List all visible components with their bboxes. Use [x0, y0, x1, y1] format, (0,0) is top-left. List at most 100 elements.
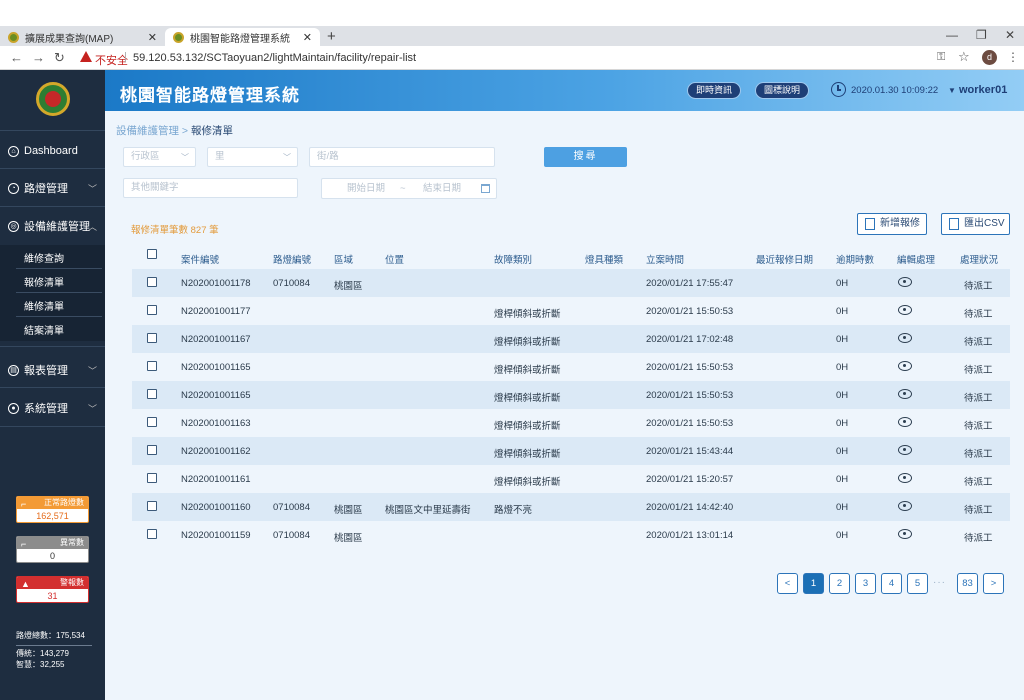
- browser-tab-map[interactable]: 擴展成果查詢(MAP) ✕: [0, 28, 165, 46]
- col-overdue-hours[interactable]: 逾期時數: [836, 252, 874, 266]
- restore-icon[interactable]: ❐: [976, 28, 987, 42]
- search-button[interactable]: 搜尋: [544, 147, 627, 167]
- add-report-button[interactable]: 新增報修: [857, 213, 927, 235]
- close-tab-icon[interactable]: ✕: [148, 31, 157, 44]
- submenu-item-repair-query[interactable]: 維修查詢: [0, 245, 105, 269]
- table-row[interactable]: N202001001161 燈桿傾斜或折斷 2020/01/21 15:20:57 0…: [132, 465, 1010, 493]
- prev-page-button[interactable]: <: [777, 573, 798, 594]
- next-page-button[interactable]: >: [983, 573, 1004, 594]
- table-row[interactable]: N202001001163 燈桿傾斜或折斷 2020/01/21 15:50:53 0…: [132, 409, 1010, 437]
- row-checkbox[interactable]: [147, 501, 157, 511]
- row-checkbox[interactable]: [147, 417, 157, 427]
- clock-icon: [831, 82, 846, 97]
- sidebar-item-system[interactable]: ● 系統管理 ﹀: [0, 394, 105, 422]
- view-eye-icon[interactable]: [898, 333, 912, 343]
- bookmark-star-icon[interactable]: ☆: [958, 49, 970, 65]
- more-menu-icon[interactable]: ⋮: [1007, 50, 1019, 64]
- page-button[interactable]: 1: [803, 573, 824, 594]
- table-row[interactable]: N202001001165 燈桿傾斜或折斷 2020/01/21 15:50:53 0…: [132, 353, 1010, 381]
- col-location[interactable]: 位置: [385, 252, 404, 266]
- sidebar-item-dashboard[interactable]: ⌂ Dashboard: [0, 137, 105, 165]
- sidebar-item-label: 設備維護管理: [24, 221, 90, 233]
- table-row[interactable]: N202001001160 0710084 桃園區 桃園區文中里延壽街 路燈不亮 2020…: [132, 493, 1010, 521]
- minimize-icon[interactable]: —: [946, 28, 958, 42]
- export-csv-button[interactable]: 匯出CSV: [941, 213, 1010, 235]
- caret-down-icon[interactable]: ▼: [948, 86, 956, 95]
- browser-tab-system[interactable]: 桃園智能路燈管理系統 ✕: [165, 28, 320, 46]
- forward-icon[interactable]: →: [32, 50, 45, 65]
- view-eye-icon[interactable]: [898, 417, 912, 427]
- col-case-no[interactable]: 案件編號: [181, 252, 219, 266]
- reload-icon[interactable]: ↻: [54, 50, 65, 66]
- view-eye-icon[interactable]: [898, 501, 912, 511]
- row-checkbox[interactable]: [147, 305, 157, 315]
- cell-filed-time: 2020/01/21 15:20:57: [646, 474, 734, 485]
- cell-overdue-hours: 0H: [836, 334, 849, 345]
- select-all-checkbox[interactable]: [147, 249, 157, 259]
- sidebar-item-reports[interactable]: ▤ 報表管理 ﹀: [0, 356, 105, 384]
- new-tab-icon[interactable]: +: [327, 28, 336, 45]
- stat-label: 警報數: [60, 578, 84, 587]
- col-last-repair-date[interactable]: 最近報修日期: [756, 252, 813, 266]
- back-icon[interactable]: ←: [10, 50, 23, 65]
- row-checkbox[interactable]: [147, 389, 157, 399]
- row-checkbox[interactable]: [147, 277, 157, 287]
- page-button[interactable]: 3: [855, 573, 876, 594]
- view-eye-icon[interactable]: [898, 389, 912, 399]
- view-eye-icon[interactable]: [898, 529, 912, 539]
- sidebar-item-maintenance[interactable]: ◎ 設備維護管理 ︿: [0, 212, 105, 240]
- page-button[interactable]: 2: [829, 573, 850, 594]
- village-select[interactable]: 里 ﹀: [207, 147, 298, 167]
- col-status[interactable]: 處理狀況: [960, 252, 998, 266]
- start-date[interactable]: 開始日期: [347, 179, 385, 198]
- col-lamp-no[interactable]: 路燈編號: [273, 252, 311, 266]
- table-row[interactable]: N202001001178 0710084 桃園區 2020/01/21 17:55:…: [132, 269, 1010, 297]
- breadcrumb-parent[interactable]: 設備維護管理: [116, 125, 179, 137]
- submenu-item-repair-list[interactable]: 維修清單: [0, 293, 105, 317]
- legend-button[interactable]: 圖標說明: [755, 82, 810, 99]
- submenu-item-closed-list[interactable]: 結案清單: [0, 317, 105, 341]
- col-area[interactable]: 區域: [334, 252, 353, 266]
- profile-avatar[interactable]: d: [982, 50, 997, 65]
- row-checkbox[interactable]: [147, 445, 157, 455]
- district-select[interactable]: 行政區 ﹀: [123, 147, 196, 167]
- table-row[interactable]: N202001001167 燈桿傾斜或折斷 2020/01/21 17:02:48 0…: [132, 325, 1010, 353]
- last-page-button[interactable]: 83: [957, 573, 978, 594]
- window-close-icon[interactable]: ✕: [1005, 28, 1015, 42]
- cell-filed-time: 2020/01/21 17:55:47: [646, 278, 734, 289]
- realtime-info-button[interactable]: 即時資訊: [687, 82, 742, 99]
- sidebar-item-streetlight[interactable]: ◔ 路燈管理 ﹀: [0, 174, 105, 202]
- row-checkbox[interactable]: [147, 361, 157, 371]
- view-eye-icon[interactable]: [898, 361, 912, 371]
- cell-status: 待派工: [964, 337, 993, 348]
- row-checkbox[interactable]: [147, 333, 157, 343]
- view-eye-icon[interactable]: [898, 277, 912, 287]
- col-fault-type[interactable]: 故障類別: [494, 252, 532, 266]
- row-checkbox[interactable]: [147, 473, 157, 483]
- view-eye-icon[interactable]: [898, 445, 912, 455]
- view-eye-icon[interactable]: [898, 305, 912, 315]
- row-checkbox[interactable]: [147, 529, 157, 539]
- street-input[interactable]: 街/路: [309, 147, 495, 167]
- key-icon[interactable]: ⚿: [937, 51, 945, 64]
- table-row[interactable]: N202001001162 燈桿傾斜或折斷 2020/01/21 15:43:44 0…: [132, 437, 1010, 465]
- city-logo-icon[interactable]: [36, 82, 70, 116]
- date-range-picker[interactable]: 開始日期 ~ 結束日期: [321, 178, 497, 199]
- close-tab-icon[interactable]: ✕: [303, 31, 312, 44]
- table-row[interactable]: N202001001165 燈桿傾斜或折斷 2020/01/21 15:50:53 0…: [132, 381, 1010, 409]
- submenu-item-report-list[interactable]: 報修清單: [0, 269, 105, 293]
- keyword-input[interactable]: 其他關鍵字: [123, 178, 298, 198]
- page-button[interactable]: 5: [907, 573, 928, 594]
- col-fixture-type[interactable]: 燈具種類: [585, 252, 623, 266]
- col-filed-time[interactable]: 立案時間: [646, 252, 684, 266]
- table-row[interactable]: N202001001159 0710084 桃園區 2020/01/21 13:01:…: [132, 521, 1010, 549]
- url-field[interactable]: 59.120.53.132/SCTaoyuan2/lightMaintain/f…: [133, 52, 416, 64]
- report-icon: ▤: [8, 364, 19, 376]
- calendar-icon[interactable]: [481, 184, 490, 193]
- table-row[interactable]: N202001001177 燈桿傾斜或折斷 2020/01/21 15:50:53 0…: [132, 297, 1010, 325]
- page-button[interactable]: 4: [881, 573, 902, 594]
- end-date[interactable]: 結束日期: [423, 179, 461, 198]
- app-header: 桃園智能路燈管理系統 即時資訊 圖標說明 2020.01.30 10:09:22…: [105, 70, 1024, 111]
- user-menu[interactable]: worker01: [959, 84, 1007, 96]
- view-eye-icon[interactable]: [898, 473, 912, 483]
